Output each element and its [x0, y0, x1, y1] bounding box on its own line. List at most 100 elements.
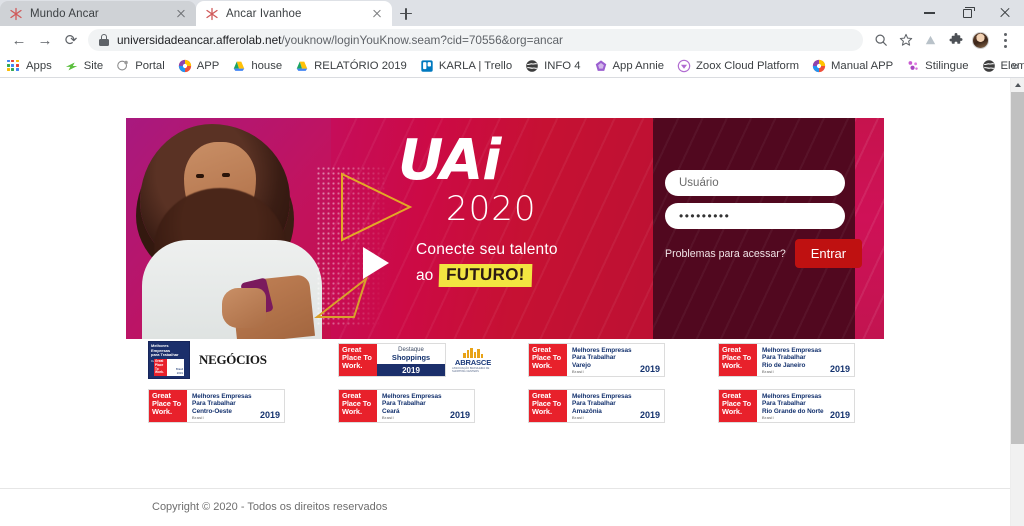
gptw-line1: Melhores Empresas	[762, 347, 822, 354]
gptw-year: 2019	[259, 410, 280, 420]
forward-button[interactable]: →	[32, 27, 58, 53]
google-drive-icon	[295, 59, 309, 73]
cloud-icon[interactable]	[918, 28, 943, 53]
banner-tagline-highlight: FUTURO!	[438, 264, 533, 288]
forgot-password-link[interactable]: Problemas para acessar?	[665, 248, 786, 260]
abrasce-wordmark: ABRASCE	[454, 357, 492, 367]
search-icon[interactable]	[868, 28, 893, 53]
new-tab-button[interactable]	[392, 1, 420, 26]
bookmark-manual-app[interactable]: Manual APP	[812, 59, 893, 73]
banner-tagline-prefix: ao	[416, 266, 434, 284]
bookmark-site[interactable]: Site	[65, 59, 103, 73]
banner-year: 2020	[446, 189, 537, 230]
negocios-seal: Melhores Empresas para Trabalhar Destaqu…	[148, 341, 190, 379]
gptw-wordmark: Great Place To Work.	[719, 344, 757, 376]
close-window-button[interactable]	[986, 0, 1024, 26]
puzzle-icon[interactable]	[943, 28, 968, 53]
login-page: UAi 2020 Conecte seu talento ao FUTURO! …	[0, 78, 1010, 526]
destaque-line2: Shoppings	[391, 353, 431, 362]
bookmark-stilingue[interactable]: Stilingue	[906, 59, 969, 73]
site-icon	[65, 59, 79, 73]
bookmark-label: Zoox Cloud Platform	[696, 59, 799, 72]
url-text: universidadeancar.afferolab.net/youknow/…	[117, 33, 563, 47]
uai-logo: UAi	[398, 128, 502, 193]
gptw-year: 2019	[639, 410, 660, 420]
gptw-line1: Melhores Empresas	[572, 347, 632, 354]
gptw-line2: Para Trabalhar	[382, 400, 426, 408]
bookmark-app-annie[interactable]: App Annie	[594, 59, 664, 73]
bookmark-label: Manual APP	[831, 59, 894, 72]
abrasce-subtitle: ASSOCIAÇÃO BRASILEIRA DE SHOPPING CENTER…	[452, 366, 490, 373]
copyright-text: Copyright © 2020 - Todos os direitos res…	[152, 501, 388, 513]
gptw-body: Melhores Empresas Para Trabalhar Ceará B…	[377, 390, 474, 422]
ancar-star-icon	[9, 7, 23, 21]
gptw-year: 2019	[176, 371, 183, 375]
browser-tab-mundo-ancar[interactable]: Mundo Ancar	[0, 1, 196, 26]
bookmark-info-4[interactable]: INFO 4	[525, 59, 581, 73]
awards-section: Melhores Empresas para Trabalhar Destaqu…	[148, 341, 868, 433]
close-icon[interactable]	[173, 6, 188, 21]
bookmark-portal[interactable]: Portal	[116, 59, 165, 73]
bookmarks-bar: Apps Site Portal APP house RELATÓRIO 201…	[0, 54, 1024, 78]
gptw-year: 2019	[449, 410, 470, 420]
bookmark-label: Site	[83, 59, 104, 72]
app-icon	[812, 59, 826, 73]
awards-row: Great Place To Work. Melhores Empresas P…	[148, 389, 868, 423]
gptw-year: 2019	[829, 410, 850, 420]
gptw-body: Melhores Empresas Para Trabalhar Amazôni…	[567, 390, 664, 422]
gptw-line2: Para Trabalhar	[572, 354, 616, 362]
bookmark-relatorio-2019[interactable]: RELATÓRIO 2019	[295, 59, 407, 73]
reload-button[interactable]: ⟳	[58, 27, 84, 53]
login-area: Usuário ••••••••• Problemas para acessar…	[653, 118, 884, 339]
bookmark-house[interactable]: house	[232, 59, 282, 73]
submit-button[interactable]: Entrar	[794, 239, 863, 268]
gptw-brasil: Brasil	[192, 415, 204, 420]
bookmark-karla-trello[interactable]: KARLA | Trello	[420, 59, 512, 73]
destaque-body: Destaque Shoppings 2019	[377, 344, 445, 376]
gptw-wordmark: Great Place To Work.	[529, 344, 567, 376]
three-dots-icon[interactable]	[993, 28, 1018, 53]
login-panel: Usuário ••••••••• Problemas para acessar…	[653, 118, 863, 339]
lock-icon	[98, 34, 109, 46]
abrasce-logo: ABRASCE ASSOCIAÇÃO BRASILEIRA DE SHOPPIN…	[452, 344, 494, 376]
gptw-brasil: Brasil	[572, 415, 584, 420]
back-button[interactable]: ←	[6, 27, 32, 53]
close-icon[interactable]	[369, 6, 384, 21]
stilingue-icon	[906, 59, 920, 73]
gptw-body: Melhores Empresas Para Trabalhar Centro-…	[187, 390, 284, 422]
student-photo	[126, 118, 331, 339]
bookmark-apps[interactable]: Apps	[7, 59, 52, 73]
gptw-body: Melhores Empresas Para Trabalhar Varejo …	[567, 344, 664, 376]
bookmark-label: Stilingue	[925, 59, 969, 72]
minimize-button[interactable]	[910, 0, 948, 26]
page-viewport: UAi 2020 Conecte seu talento ao FUTURO! …	[0, 78, 1024, 526]
gptw-badge: Great Place To Work. Melhores Empresas P…	[718, 343, 855, 377]
bookmark-app[interactable]: APP	[178, 59, 220, 73]
browser-tab-ancar-ivanhoe[interactable]: Ancar Ivanhoe	[196, 1, 392, 26]
avatar[interactable]	[968, 28, 993, 53]
gptw-badge: Great Place To Work. Melhores Empresas P…	[528, 389, 665, 423]
award-gptw-ceara: Great Place To Work. Melhores Empresas P…	[338, 389, 528, 423]
banner-text-block: UAi 2020 Conecte seu talento ao FUTURO!	[398, 128, 648, 288]
app-icon	[178, 59, 192, 73]
gptw-wordmark: Great Place To Work.	[529, 390, 567, 422]
play-triangle-icon	[363, 247, 389, 279]
scroll-up-button[interactable]	[1011, 78, 1024, 92]
page-scrollbar[interactable]	[1010, 78, 1024, 526]
password-input[interactable]: •••••••••	[665, 203, 845, 229]
gptw-brasil: Brasil	[762, 369, 774, 374]
address-bar[interactable]: universidadeancar.afferolab.net/youknow/…	[88, 29, 863, 51]
maximize-button[interactable]	[948, 0, 986, 26]
tab-title: Ancar Ivanhoe	[226, 7, 302, 20]
apps-grid-icon	[7, 59, 21, 73]
gptw-wordmark: Great Place To Work.	[719, 390, 757, 422]
username-input[interactable]: Usuário	[665, 170, 845, 196]
abrasce-building-icon	[463, 347, 483, 358]
bookmark-label: APP	[196, 59, 220, 72]
gptw-line2: Para Trabalhar	[192, 400, 236, 408]
browser-toolbar: ← → ⟳ universidadeancar.afferolab.net/yo…	[0, 26, 1024, 54]
bookmark-zoox-cloud-platform[interactable]: Zoox Cloud Platform	[677, 59, 799, 73]
scrollbar-thumb[interactable]	[1011, 92, 1024, 444]
star-icon[interactable]	[893, 28, 918, 53]
bookmarks-overflow-button[interactable]: »	[1012, 58, 1019, 73]
